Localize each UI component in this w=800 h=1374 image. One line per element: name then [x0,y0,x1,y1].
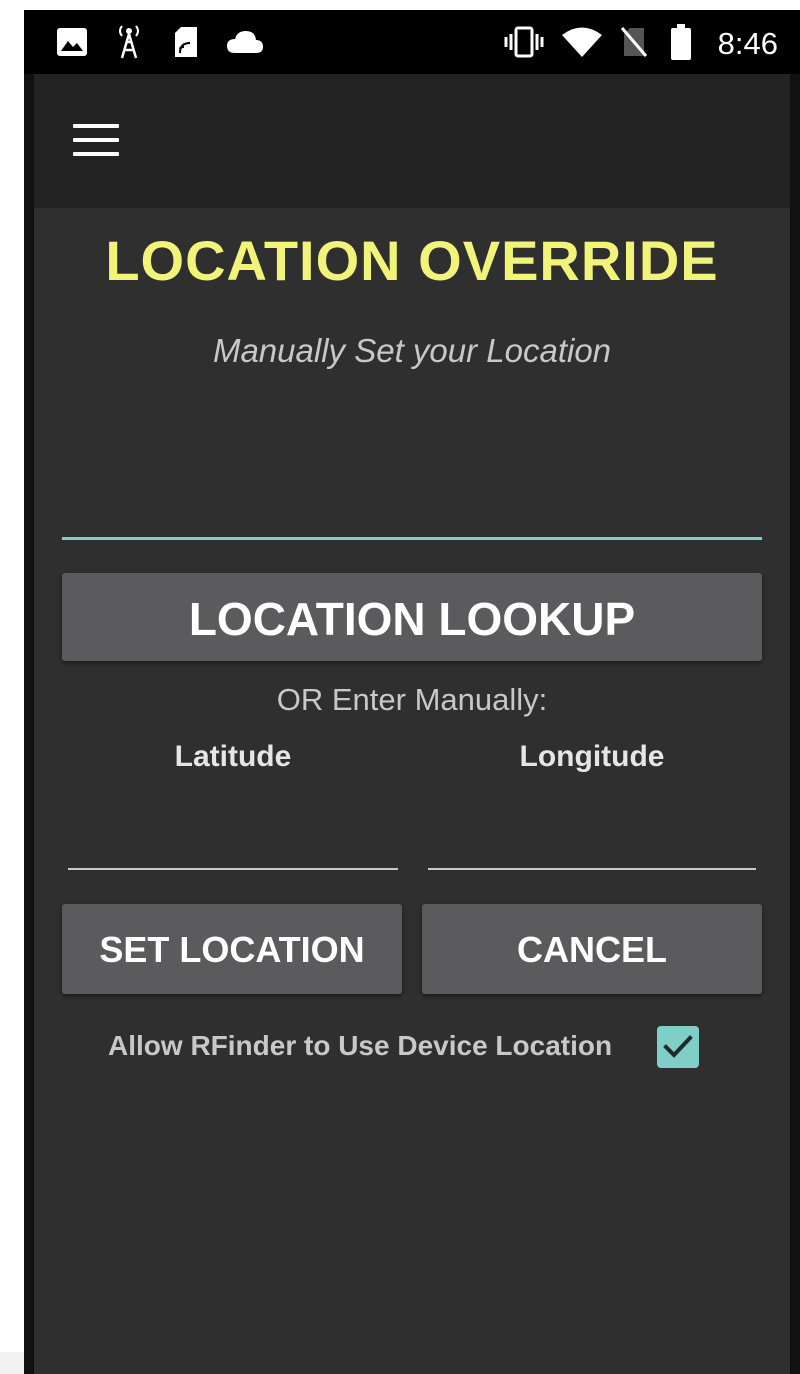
vibrate-icon [502,10,546,74]
battery-icon [668,10,694,74]
bottom-edge [0,1352,24,1374]
set-location-button[interactable]: SET LOCATION [62,904,402,994]
allow-device-location-checkbox[interactable] [657,1026,699,1068]
page-subtitle: Manually Set your Location [212,332,612,369]
longitude-label: Longitude [519,740,665,773]
radio-tower-icon [114,10,144,74]
app-bar [34,74,790,208]
latitude-field[interactable] [68,810,398,870]
or-enter-manually-label: OR Enter Manually: [276,682,548,717]
checkmark-icon [663,1035,693,1058]
longitude-field[interactable] [428,810,756,870]
page-title: LOCATION OVERRIDE [105,229,719,292]
cancel-button[interactable]: CANCEL [422,904,762,994]
allow-device-location-row: Allow RFinder to Use Device Location [34,1024,790,1072]
allow-device-location-label: Allow RFinder to Use Device Location [108,1030,613,1061]
image-icon [54,10,90,74]
no-sim-icon [618,10,650,74]
latitude-label: Latitude [174,740,292,773]
status-time: 8:46 [717,26,778,61]
sim-card-icon [172,10,200,74]
hamburger-menu-icon[interactable] [64,112,128,168]
location-lookup-button[interactable]: LOCATION LOOKUP [62,573,762,661]
location-search-input[interactable] [62,480,762,540]
cloud-icon [224,10,266,74]
wifi-icon [560,10,604,74]
status-bar: 8:46 [24,10,800,74]
